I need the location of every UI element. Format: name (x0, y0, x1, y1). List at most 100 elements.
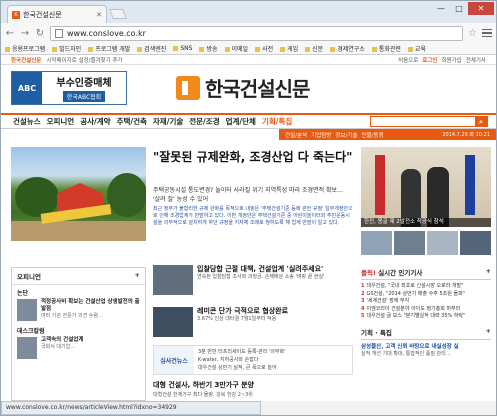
menu-item[interactable]: 건설뉴스 (13, 116, 41, 127)
opinion-item-title[interactable]: 적정공사비 확보는 건설산업 상생발전의 출발점 (41, 299, 140, 313)
window-controls: — □ ✕ (432, 2, 494, 15)
site-logo[interactable]: 한국건설신문 (176, 73, 310, 102)
site-search: ⌕ (370, 116, 488, 127)
logo-name: 한국건설신문 (205, 77, 310, 101)
popular-item[interactable]: 3 '세계건설' 장애 부각 (361, 298, 491, 306)
back-arrow-icon[interactable]: ← (5, 28, 15, 39)
browser-tab[interactable]: K 한국건설신문 ✕ (7, 5, 107, 23)
menu-item[interactable]: 자재/기술 (153, 116, 183, 127)
forward-arrow-icon[interactable]: → (20, 28, 30, 39)
bookmark-item[interactable]: 교육 (408, 44, 426, 53)
popular-item[interactable]: 5 대우건설 글 보스 "분기별실적 대략 35% 하락" (361, 313, 491, 321)
ad-text: 부수인증매체 한국ABC협회 (42, 72, 126, 104)
brief-news-line[interactable]: 대우건설 상반기 실적, 큰 폭으로 늘어 (198, 364, 285, 372)
new-tab-button[interactable] (109, 9, 127, 19)
ad-title: 부수인증매체 (56, 78, 112, 89)
menu-item[interactable]: 전문/조경 (189, 116, 219, 127)
logo-mark-icon (176, 75, 200, 100)
search-input[interactable] (371, 117, 475, 126)
bookmark-star-icon[interactable]: ☆ (468, 28, 477, 39)
more-icon[interactable]: + (135, 271, 140, 281)
site-home-link[interactable]: 한국건설신문 (11, 56, 41, 64)
popular-title: 실시간 인기기사 (378, 269, 423, 277)
all-articles-link[interactable]: 전체기사 (466, 56, 486, 64)
opinion-item[interactable]: 적정공사비 확보는 건설산업 상생발전의 출발점 여러 기관 전문가 의견 수렴… (12, 297, 145, 323)
popular-column: 클릭! 실시간 인기기사 + 1 대우건설, "국내 최초로 신설시장 오로라 개… (361, 267, 491, 358)
sub-menu-item[interactable]: 인물/동정 (361, 131, 383, 139)
more-icon[interactable]: + (486, 327, 491, 337)
signup-link[interactable]: 회원가입 (442, 56, 462, 64)
site-header: ABC 부수인증매체 한국ABC협회 한국건설신문 (1, 65, 496, 113)
sub-menu-item[interactable]: 정보/기술 (335, 131, 357, 139)
bookmark-item[interactable]: 신문 (305, 44, 323, 53)
news-thumbnail (153, 307, 193, 337)
abc-ad-banner[interactable]: ABC 부수인증매체 한국ABC협회 (11, 71, 127, 105)
site-topbar: 한국건설신문 시작페이지로 설정/즐겨찾기 추가 처음으로 로그인 회원가입 전… (1, 55, 496, 65)
close-window-icon[interactable]: ✕ (468, 2, 494, 15)
thumbnail[interactable] (394, 231, 425, 255)
headline-subtitle: 주택공동시설 통도변경? 놀이터 사라질 위기 지역특성 따라 조경면적 확보…… (153, 187, 344, 203)
feature-header: 기획 · 특집 + (361, 327, 491, 340)
popular-item[interactable]: 2 GS건설, "2014 상반기 매출 수주 5조원 돌파" (361, 291, 491, 299)
menu-item[interactable]: 오피니언 (47, 116, 75, 127)
bottom-headline[interactable]: 대형 건설사, 하반기 3만가구 분양 (153, 380, 353, 390)
thumbnail[interactable] (460, 231, 491, 255)
browser-window: K 한국건설신문 ✕ — □ ✕ ← → ↻ www.conslove.co.k… (0, 0, 497, 416)
popular-item[interactable]: 4 이엠코리아 건설분야 아이도 정기총회 마무리 (361, 306, 491, 314)
menu-item[interactable]: 공사/계약 (80, 116, 110, 127)
sub-menu: 건설/분석 기업탐방 정보/기술 인물/동정 2014.7.29 화 10:21 (279, 129, 496, 140)
menu-item[interactable]: 주택/건축 (117, 116, 147, 127)
news-item[interactable]: 입찰담합 근절 대책, 건설업계 '실려주세요' 연속된 입찰담합 조사와 과징… (153, 265, 353, 295)
bookmark-item[interactable]: 프로그램 개발 (88, 44, 130, 53)
menu-item-special[interactable]: 기획/특집 (262, 116, 292, 127)
sub-menu-item[interactable]: 기업탐방 (311, 131, 331, 139)
startpage-link[interactable]: 시작페이지로 설정/즐겨찾기 추가 (46, 56, 122, 64)
news-desc: 연속된 입찰담합 조사와 과징금, 손해배상 소송 '벼랑 끝 현실' (197, 274, 325, 280)
bookmark-item[interactable]: 게임 (280, 44, 298, 53)
sub-menu-item[interactable]: 건설/분석 (285, 131, 307, 139)
search-icon[interactable]: ⌕ (475, 117, 487, 126)
bookmark-item[interactable]: 응용프로그램 (5, 44, 45, 53)
bookmark-item[interactable]: 통화관련 (372, 44, 401, 53)
brief-news-line[interactable]: 3분 만만 터프리세이도 등록·관리 '의무화' (198, 348, 285, 356)
popular-item[interactable]: 1 대우건설, "국내 최초로 신설시장 오로라 개발" (361, 283, 491, 291)
thumbnail[interactable] (361, 231, 392, 255)
bookmark-item[interactable]: 방송 (199, 44, 217, 53)
menu-item[interactable]: 업계/단체 (226, 116, 256, 127)
opinion-item-title[interactable]: 고객속의 건설업계 (41, 337, 83, 344)
bookmark-item[interactable]: 검색엔진 (137, 44, 166, 53)
opinion-item[interactable]: 고객속의 건설업계 국회서 대기업… (12, 335, 145, 361)
opinion-title[interactable]: 오피니언 (17, 271, 41, 281)
headline-title[interactable]: "잘못된 규제완화, 조경산업 다 죽는다" (153, 150, 353, 165)
more-icon[interactable]: + (486, 267, 491, 277)
news-title[interactable]: 레미콘 단가 극적으로 협상완료 (197, 307, 288, 316)
login-link[interactable]: 로그인 (422, 56, 437, 64)
maximize-icon[interactable]: □ (450, 2, 468, 15)
feature-title[interactable]: 삼성물산, 고객 신뢰 바탕으로 내실성장 실 (361, 344, 491, 351)
headline-body[interactable]: 최근 정부가 불합리한 규제 완화를 목적으로 내놓은 '주택건설기준 등에 관… (153, 206, 353, 227)
minimize-icon[interactable]: — (432, 2, 450, 15)
bookmark-item[interactable]: 경제연구소 (330, 44, 365, 53)
bookmark-item[interactable]: 이메일 (225, 44, 249, 53)
first-page-link[interactable]: 처음으로 (398, 56, 418, 64)
bookmark-item[interactable]: 빌드자인 (52, 44, 81, 53)
bookmarks-bar: 응용프로그램 빌드자인 프로그램 개발 검색엔진 SNS 방송 이메일 사전 게… (1, 43, 496, 55)
headline-photo[interactable] (11, 147, 146, 241)
address-bar[interactable]: www.conslove.co.kr (50, 25, 464, 41)
photo-news[interactable] (361, 147, 491, 227)
tab-title: 한국건설신문 (23, 10, 62, 19)
thumbnail[interactable] (427, 231, 458, 255)
bookmark-item[interactable]: SNS (173, 45, 192, 52)
menu-icon[interactable] (482, 28, 492, 38)
close-tab-icon[interactable]: ✕ (96, 11, 102, 19)
news-title[interactable]: 입찰담합 근절 대책, 건설업계 '실려주세요' (197, 265, 324, 274)
photo-caption[interactable]: 한전, 몽골 제 2발전소 착공식 참석 (361, 218, 491, 227)
news-item[interactable]: 레미콘 단가 극적으로 협상완료 3.67% 인상 대타결 7월1일부터 적용 (153, 307, 353, 337)
brief-news-line[interactable]: K-water, 지하공사와 손잡다 (198, 356, 285, 364)
status-bar: www.conslove.co.kr/news/articleView.html… (1, 401, 261, 415)
bookmark-item[interactable]: 사전 (255, 44, 273, 53)
feature-section-title[interactable]: 기획 · 특집 (361, 327, 392, 337)
address-url: www.conslove.co.kr (67, 28, 146, 38)
reload-icon[interactable]: ↻ (35, 28, 45, 39)
popular-list: 1 대우건설, "국내 최초로 신설시장 오로라 개발" 2 GS건설, "2014… (361, 283, 491, 321)
